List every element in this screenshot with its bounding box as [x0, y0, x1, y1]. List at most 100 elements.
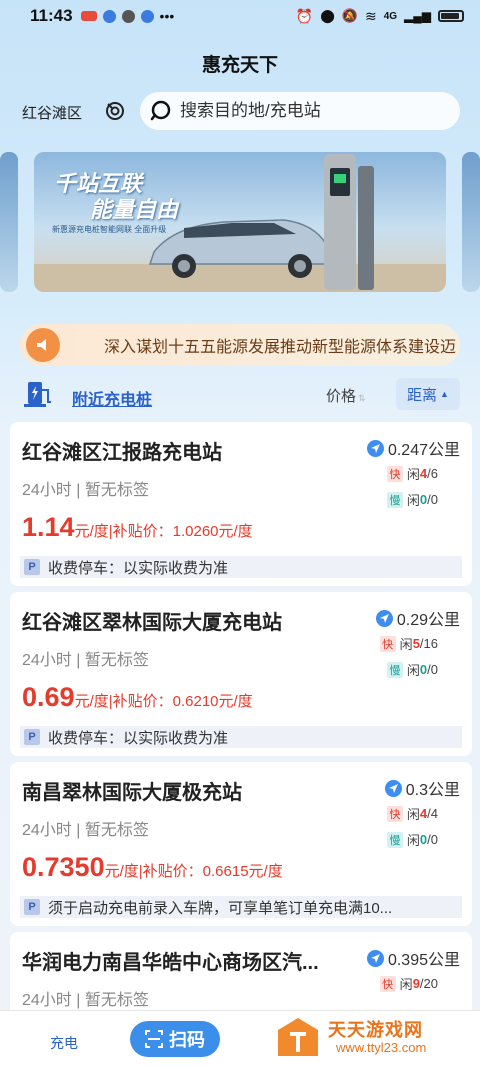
station-distance[interactable]: 0.3公里 [384, 776, 460, 800]
notification-icons: ••• [80, 8, 174, 24]
station-distance[interactable]: 0.29公里 [375, 606, 460, 630]
fast-total-count: /6 [427, 466, 438, 481]
slow-tag: 慢 [386, 661, 403, 678]
fast-tag: 快 [386, 465, 403, 482]
fast-free-count: 4 [419, 806, 428, 821]
station-price: 0.7350元/度|补贴价：0.6615元/度 [22, 852, 283, 883]
parking-info: P 须于启动充电前录入车牌，可享单笔订单充电满10... [20, 896, 462, 918]
tab-charge[interactable]: 充电 [50, 1033, 78, 1053]
station-card[interactable]: 南昌翠林国际大厦极充站 0.3公里 快闲 4/4 慢闲 0/0 24小时 | 暂无标… [10, 762, 472, 926]
station-meta: 24小时 | 暂无标签 [22, 482, 149, 499]
fast-charger-status: 快闲 4/6 [386, 464, 438, 483]
fast-free-count: 4 [419, 466, 428, 481]
station-name: 华润电力南昌华皓中心商场区汽... [22, 952, 319, 974]
banner-prev-slide[interactable] [0, 152, 18, 292]
price-value: 0.69 [22, 682, 75, 712]
navigate-icon [366, 949, 384, 967]
parking-info: P 收费停车：以实际收费为准 [20, 726, 462, 748]
charging-pile-icon [24, 382, 51, 407]
alarm-icon: ⏰ [295, 7, 314, 24]
scan-label: 扫码 [169, 1030, 205, 1050]
slow-free-count: 0 [419, 662, 428, 677]
search-input[interactable] [180, 101, 440, 121]
page-title: 惠充天下 [201, 55, 278, 76]
slow-charger-status: 慢闲 0/0 [386, 830, 438, 849]
fast-total-count: /4 [427, 806, 438, 821]
parking-icon: P [24, 729, 40, 745]
signal-icon: ▂▄▆ [404, 9, 431, 23]
slow-charger-status: 慢闲 0/0 [386, 660, 438, 679]
nearby-piles-link[interactable]: 附近充电桩 [72, 386, 152, 410]
slow-total-count: /0 [427, 492, 438, 507]
watermark-title: 天天游戏网 [328, 1020, 423, 1040]
status-bar: 11:43 ••• ⏰ ⬤ 🔕 ≋ 4G ▂▄▆ [0, 0, 480, 32]
fast-free-count: 9 [412, 976, 420, 991]
fast-charger-status: 快闲 4/4 [386, 804, 438, 823]
fast-free-count: 5 [412, 636, 420, 651]
fast-tag: 快 [379, 975, 396, 992]
fast-total-count: /20 [419, 976, 438, 991]
slow-idle-label: 闲 [406, 493, 420, 508]
scan-button[interactable]: 扫码 [130, 1021, 220, 1057]
sort-price-label: 价格 [326, 388, 357, 405]
system-icons: ⏰ ⬤ 🔕 ≋ 4G ▂▄▆ [296, 8, 464, 25]
station-distance[interactable]: 0.395公里 [366, 946, 460, 970]
station-distance[interactable]: 0.247公里 [366, 436, 460, 460]
fast-charger-status: 快闲 9/20 [379, 974, 438, 993]
navigate-icon [366, 439, 384, 457]
parking-info: P 收费停车：以实际收费为准 [20, 556, 462, 578]
price-value: 1.14 [22, 512, 75, 542]
fast-idle-label: 闲 [406, 467, 420, 482]
locate-icon[interactable] [104, 100, 126, 122]
browser-notification-icon [102, 9, 116, 23]
distance-value: 0.3公里 [405, 782, 460, 799]
slow-total-count: /0 [427, 662, 438, 677]
station-name: 红谷滩区翠林国际大厦充电站 [22, 612, 282, 634]
station-meta: 24小时 | 暂无标签 [22, 652, 149, 669]
navigate-icon [375, 609, 393, 627]
slow-free-count: 0 [419, 492, 428, 507]
station-name: 红谷滩区江报路充电站 [22, 442, 222, 464]
slow-tag: 慢 [386, 491, 403, 508]
station-meta: 24小时 | 暂无标签 [22, 822, 149, 839]
sort-by-distance[interactable]: 距离 ▲ [396, 378, 460, 410]
wifi-icon: ≋ [364, 7, 377, 24]
navigate-icon [384, 779, 402, 797]
app-notification-icon [80, 11, 97, 21]
location-icon: ⬤ [320, 8, 335, 23]
network-type: 4G [383, 10, 398, 22]
slow-charger-status: 慢闲 0/0 [386, 490, 438, 509]
battery-icon [438, 10, 464, 22]
slow-idle-label: 闲 [406, 663, 420, 678]
sort-by-price[interactable]: 价格 ⇅ [326, 385, 366, 406]
slow-idle-label: 闲 [406, 833, 420, 848]
banner-next-slide[interactable] [462, 152, 480, 292]
banner-illustration [34, 154, 446, 292]
distance-value: 0.247公里 [387, 442, 460, 459]
search-bar[interactable] [140, 92, 460, 130]
location-selector[interactable]: 红谷滩区 [22, 102, 82, 123]
station-price: 1.14元/度|补贴价：1.0260元/度 [22, 512, 253, 543]
site-watermark: 天天游戏网 www.ttyl23.com [276, 1014, 476, 1062]
sort-ascending-icon: ▲ [440, 389, 449, 399]
mute-icon: 🔕 [341, 8, 358, 23]
watermark-logo [278, 1018, 318, 1056]
station-name: 南昌翠林国际大厦极充站 [22, 782, 242, 804]
parking-text: 须于启动充电前录入车牌，可享单笔订单充电满10... [48, 899, 393, 917]
station-price: 0.69元/度|补贴价：0.6210元/度 [22, 682, 253, 713]
price-unit: 元/度|补贴价：0.6615元/度 [104, 863, 283, 880]
fast-charger-status: 快闲 5/16 [379, 634, 438, 653]
news-ticker[interactable]: 深入谋划十五五能源发展推动新型能源体系建设迈 [20, 324, 460, 366]
slow-free-count: 0 [419, 832, 428, 847]
station-card[interactable]: 红谷滩区江报路充电站 0.247公里 快闲 4/6 慢闲 0/0 24小时 | 暂无… [10, 422, 472, 586]
parking-text: 收费停车：以实际收费为准 [48, 729, 229, 747]
sort-distance-label: 距离 [407, 386, 438, 404]
sort-arrows-icon: ⇅ [358, 393, 366, 403]
fast-idle-label: 闲 [406, 807, 420, 822]
promo-banner[interactable]: 千站互联 能量自由 新惠源充电桩智能网联 全面升级 [34, 152, 446, 292]
announcement-icon [26, 328, 60, 362]
weather-notification-icon [140, 9, 154, 23]
station-card[interactable]: 红谷滩区翠林国际大厦充电站 0.29公里 快闲 5/16 慢闲 0/0 24小时 |… [10, 592, 472, 756]
chat-notification-icon [121, 9, 135, 23]
distance-value: 0.29公里 [396, 612, 460, 629]
